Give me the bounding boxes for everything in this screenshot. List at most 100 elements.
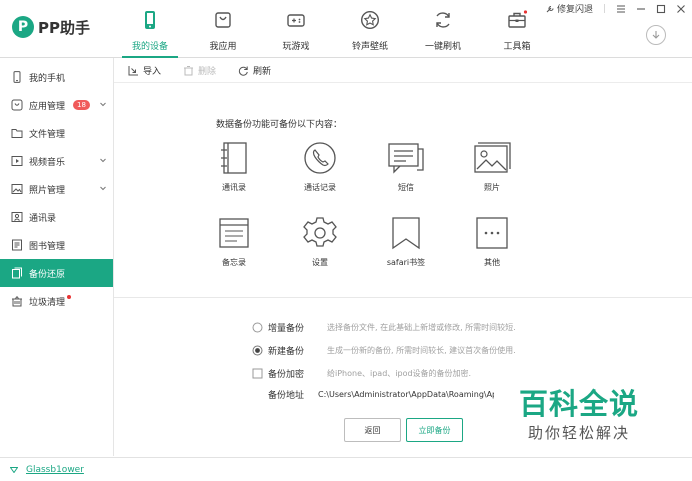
sidebar-item-label: 图书管理 <box>29 241 66 252</box>
radio-unchecked[interactable] <box>252 322 263 333</box>
tab-label: 一键刷机 <box>424 42 461 52</box>
call-log-icon <box>304 142 336 174</box>
option-encrypt-backup[interactable]: 备份加密 给iPhone、ipad、ipod设备的备份加密. <box>252 366 471 380</box>
sidebar-item-cleanup[interactable]: 垃圾清理 <box>0 287 113 315</box>
import-button[interactable]: 导入 <box>128 64 161 77</box>
backup-item-contacts: 通讯录 <box>202 141 266 193</box>
repair-crash-label: 修复闪退 <box>556 5 593 15</box>
menu-icon[interactable] <box>616 4 626 14</box>
update-count-badge: 18 <box>73 100 90 110</box>
backup-item-label: 其他 <box>484 258 500 267</box>
phone-icon <box>13 71 21 83</box>
sidebar: 我的手机 应用管理 18 文件管理 视频音乐 照片管理 通讯录 图书管理 备份还… <box>0 58 114 456</box>
sms-icon <box>388 143 424 174</box>
sidebar-item-video-music[interactable]: 视频音乐 <box>0 147 113 175</box>
sidebar-item-apps[interactable]: 应用管理 18 <box>0 91 113 119</box>
delete-button[interactable]: 删除 <box>183 64 216 77</box>
sidebar-item-photos[interactable]: 照片管理 <box>0 175 113 203</box>
radio-checked[interactable] <box>252 345 263 356</box>
backup-item-settings: 设置 <box>288 216 352 268</box>
triangle-down-icon[interactable] <box>10 466 18 473</box>
download-icon <box>652 31 660 39</box>
refresh-icon <box>436 12 450 28</box>
sidebar-item-contacts[interactable]: 通讯录 <box>0 203 113 231</box>
section-divider <box>114 297 692 298</box>
tab-my-device[interactable]: 我的设备 <box>118 8 182 58</box>
other-icon <box>476 217 508 249</box>
app-icon <box>11 99 23 111</box>
wrench-icon <box>546 5 554 12</box>
logo-text: PP助手 <box>38 18 90 37</box>
option-description: 给iPhone、ipad、ipod设备的备份加密. <box>327 368 472 378</box>
watermark-subtitle: 助你轻松解决 <box>528 424 631 442</box>
backup-path-field[interactable]: C:\Users\Administrator\AppData\Roaming\A… <box>318 390 494 399</box>
sidebar-item-backup[interactable]: 备份还原 <box>0 259 113 287</box>
contacts-icon <box>221 142 247 174</box>
logo-mark: P <box>12 16 34 38</box>
backup-now-button[interactable]: 立即备份 <box>406 418 463 442</box>
tab-games[interactable]: 玩游戏 <box>264 8 328 52</box>
sidebar-item-files[interactable]: 文件管理 <box>0 119 113 147</box>
book-icon <box>12 239 22 251</box>
option-description: 选择备份文件, 在此基础上新增或修改, 所需时间较短. <box>327 322 516 332</box>
option-incremental-backup[interactable]: 增量备份 选择备份文件, 在此基础上新增或修改, 所需时间较短. <box>252 320 516 334</box>
sidebar-item-my-phone[interactable]: 我的手机 <box>0 63 113 91</box>
backup-item-memo: 备忘录 <box>202 216 266 268</box>
back-button[interactable]: 返回 <box>344 418 401 442</box>
tab-label: 工具箱 <box>503 42 531 52</box>
gamepad-icon <box>287 14 305 27</box>
chevron-down-icon[interactable] <box>99 184 107 192</box>
video-icon <box>11 156 23 166</box>
app-logo: P PP助手 <box>12 12 90 42</box>
backup-item-label: 通讯录 <box>222 183 246 192</box>
toolbar: 导入 删除 刷新 <box>114 58 692 83</box>
download-manager-button[interactable] <box>646 25 666 45</box>
tab-label: 铃声壁纸 <box>351 42 388 52</box>
close-icon[interactable] <box>676 4 686 14</box>
tab-my-apps[interactable]: 我应用 <box>191 8 255 52</box>
sidebar-item-label: 应用管理 <box>29 101 66 112</box>
memo-icon <box>219 218 249 248</box>
phone-icon <box>145 11 155 29</box>
separator: | <box>602 3 606 14</box>
device-name-link[interactable]: Glassb1ower <box>26 465 84 475</box>
bag-icon <box>215 12 231 28</box>
tab-label: 玩游戏 <box>282 42 310 52</box>
backup-item-label: 备忘录 <box>222 258 246 267</box>
sidebar-item-label: 通讯录 <box>29 213 57 224</box>
tab-toolbox[interactable]: 工具箱 <box>485 8 549 52</box>
sidebar-item-label: 垃圾清理 <box>29 297 66 308</box>
chevron-down-icon[interactable] <box>99 100 107 108</box>
backup-prompt: 数据备份功能可备份以下内容： <box>216 120 343 130</box>
watermark: 百科全说 助你轻松解决 <box>519 388 639 443</box>
backup-icon <box>12 267 22 279</box>
settings-icon <box>303 217 337 247</box>
star-icon <box>360 10 380 30</box>
refresh-label: 刷新 <box>253 66 272 77</box>
backup-item-safari-bookmarks: safari书签 <box>374 216 438 268</box>
bookmark-icon <box>392 217 420 250</box>
import-icon <box>128 65 138 75</box>
backup-path-label: 备份地址 <box>268 391 305 401</box>
tab-flash[interactable]: 一键刷机 <box>411 8 475 52</box>
notification-dot <box>67 295 72 299</box>
repair-crash-button[interactable]: 修复闪退 <box>545 2 593 15</box>
tab-label: 我的设备 <box>131 42 168 52</box>
option-label: 增量备份 <box>268 323 305 334</box>
sidebar-item-books[interactable]: 图书管理 <box>0 231 113 259</box>
chevron-down-icon[interactable] <box>99 156 107 164</box>
sidebar-item-label: 照片管理 <box>29 185 66 196</box>
backup-item-label: safari书签 <box>386 258 426 267</box>
checkbox-unchecked[interactable] <box>252 368 263 379</box>
folder-icon <box>11 129 23 138</box>
refresh-icon <box>238 66 248 76</box>
tab-ringtones[interactable]: 铃声壁纸 <box>338 8 402 52</box>
minimize-icon[interactable] <box>636 4 646 14</box>
backup-content: 数据备份功能可备份以下内容： 通讯录 通话记录 短信 照片 备忘录 设置 saf… <box>114 83 692 456</box>
refresh-button[interactable]: 刷新 <box>238 64 271 77</box>
trash-icon <box>12 296 22 307</box>
top-bar: P PP助手 我的设备 我应用 玩游戏 铃声壁纸 一键刷机 工具箱 修复闪退 | <box>0 0 692 58</box>
option-new-backup[interactable]: 新建备份 生成一份新的备份, 所需时间较长, 建议首次备份使用. <box>252 343 516 357</box>
maximize-icon[interactable] <box>656 4 666 14</box>
backup-item-sms: 短信 <box>374 141 438 193</box>
